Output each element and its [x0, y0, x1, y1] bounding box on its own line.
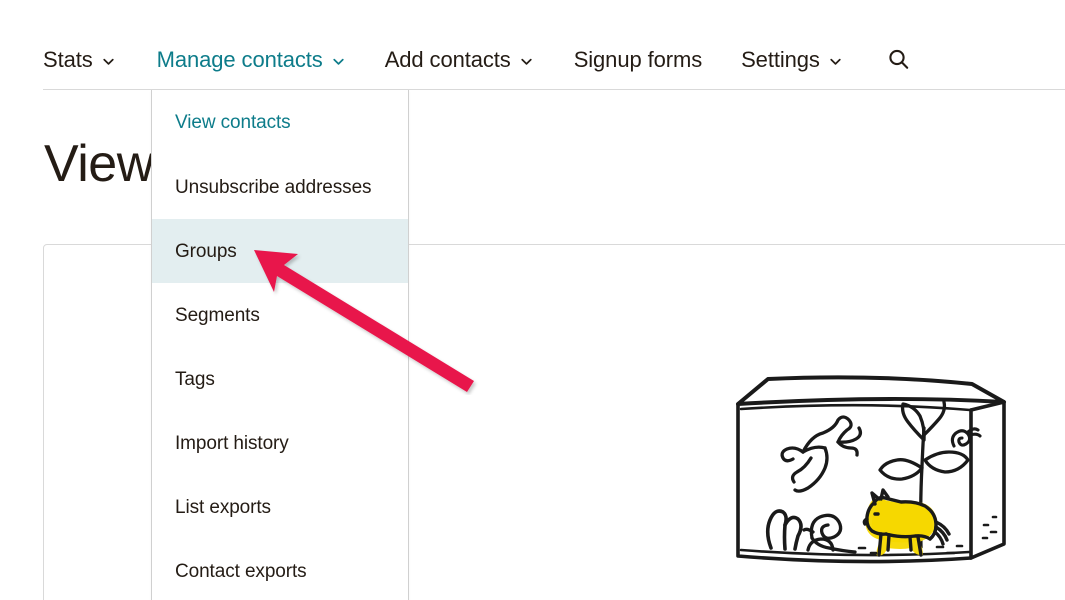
menu-item-label: Unsubscribe addresses [175, 176, 372, 198]
menu-item-segments[interactable]: Segments [152, 283, 408, 347]
nav-item-list: Stats Manage contacts Add contacts Signu… [43, 43, 913, 77]
menu-item-list-exports[interactable]: List exports [152, 475, 408, 539]
manage-contacts-dropdown[interactable]: View contacts Unsubscribe addresses Grou… [151, 90, 409, 600]
menu-item-label: Tags [175, 368, 215, 390]
nav-item-signup-forms[interactable]: Signup forms [573, 47, 703, 73]
nav-item-label: Add contacts [384, 47, 511, 72]
nav-item-add-contacts[interactable]: Add contacts [385, 47, 533, 73]
menu-item-contact-exports[interactable]: Contact exports [152, 539, 408, 600]
chevron-down-icon [332, 55, 345, 68]
nav-item-manage-contacts[interactable]: Manage contacts [157, 47, 345, 73]
search-icon[interactable] [885, 46, 913, 74]
top-navigation: Stats Manage contacts Add contacts Signu… [0, 0, 1065, 90]
nav-item-label: Settings [741, 47, 820, 72]
menu-item-label: Groups [175, 240, 237, 262]
nav-item-settings[interactable]: Settings [741, 47, 842, 73]
menu-item-label: Contact exports [175, 560, 307, 582]
chevron-down-icon [829, 55, 842, 68]
menu-item-label: View contacts [175, 112, 291, 133]
terrarium-illustration [725, 362, 1025, 590]
menu-item-label: Segments [175, 304, 260, 326]
chevron-down-icon [102, 55, 115, 68]
chevron-down-icon [520, 55, 533, 68]
nav-item-label: Signup forms [573, 47, 703, 72]
app-root: Stats Manage contacts Add contacts Signu… [0, 0, 1065, 600]
page-title: View [44, 135, 154, 193]
menu-item-tags[interactable]: Tags [152, 347, 408, 411]
menu-item-label: List exports [175, 496, 271, 518]
nav-item-stats[interactable]: Stats [43, 47, 115, 73]
nav-item-label: Manage contacts [156, 47, 323, 72]
menu-item-unsubscribe-addresses[interactable]: Unsubscribe addresses [152, 155, 408, 219]
menu-item-groups[interactable]: Groups [152, 219, 408, 283]
nav-item-label: Stats [43, 47, 93, 72]
menu-item-import-history[interactable]: Import history [152, 411, 408, 475]
menu-item-view-contacts[interactable]: View contacts [152, 90, 408, 155]
menu-item-label: Import history [175, 432, 289, 454]
